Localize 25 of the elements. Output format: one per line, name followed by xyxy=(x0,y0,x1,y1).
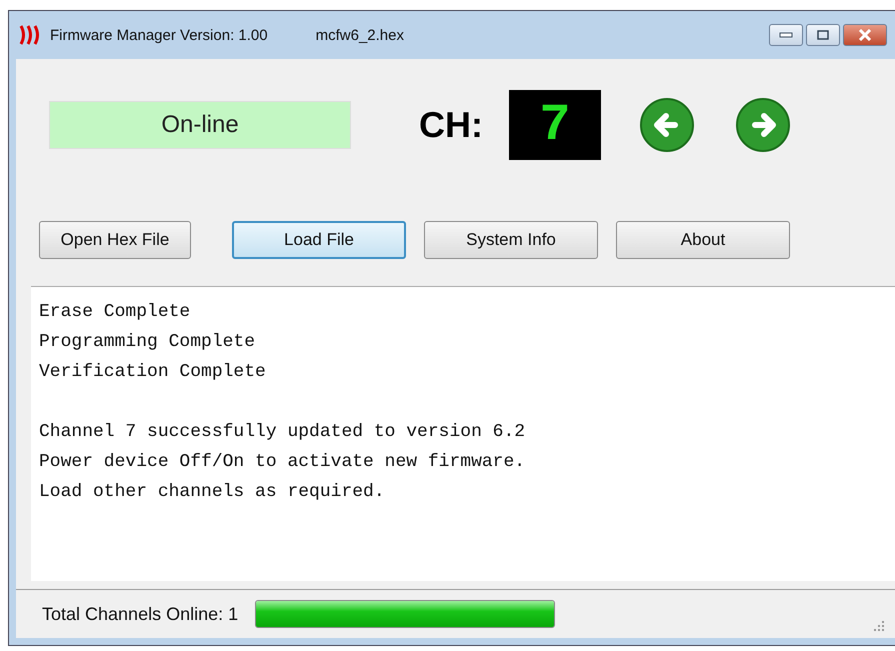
minimize-icon xyxy=(779,31,793,39)
minimize-button[interactable] xyxy=(769,24,803,46)
maximize-icon xyxy=(817,30,829,40)
log-line: Verification Complete xyxy=(39,361,267,384)
close-button[interactable] xyxy=(843,24,887,46)
channel-display: 7 xyxy=(508,90,601,160)
previous-channel-button[interactable] xyxy=(638,97,695,153)
action-button[interactable]: About xyxy=(616,221,790,259)
window-title: Firmware Manager Version: 1.00 xyxy=(50,26,268,44)
channels-online-count: Total Channels Online: 1 xyxy=(42,604,238,624)
close-icon xyxy=(858,29,872,41)
resize-grip-icon xyxy=(873,620,885,632)
action-button[interactable]: Open Hex File xyxy=(39,221,191,259)
log-line: Channel 7 successfully updated to version 6.2 xyxy=(39,421,526,444)
action-button[interactable]: Load File xyxy=(232,221,406,259)
action-button[interactable]: System Info xyxy=(424,221,598,259)
channel-label: CH: xyxy=(419,104,483,146)
file-name: mcfw6_2.hex xyxy=(316,26,404,44)
next-channel-button[interactable] xyxy=(734,97,791,153)
log-line: Load other channels as required. xyxy=(39,481,386,504)
maximize-button[interactable] xyxy=(806,24,840,46)
online-status: On-line xyxy=(49,101,351,149)
log-line: Power device Off/On to activate new firmware. xyxy=(39,451,526,474)
log-line: Programming Complete xyxy=(39,331,256,354)
log-line: Erase Complete xyxy=(39,301,192,324)
